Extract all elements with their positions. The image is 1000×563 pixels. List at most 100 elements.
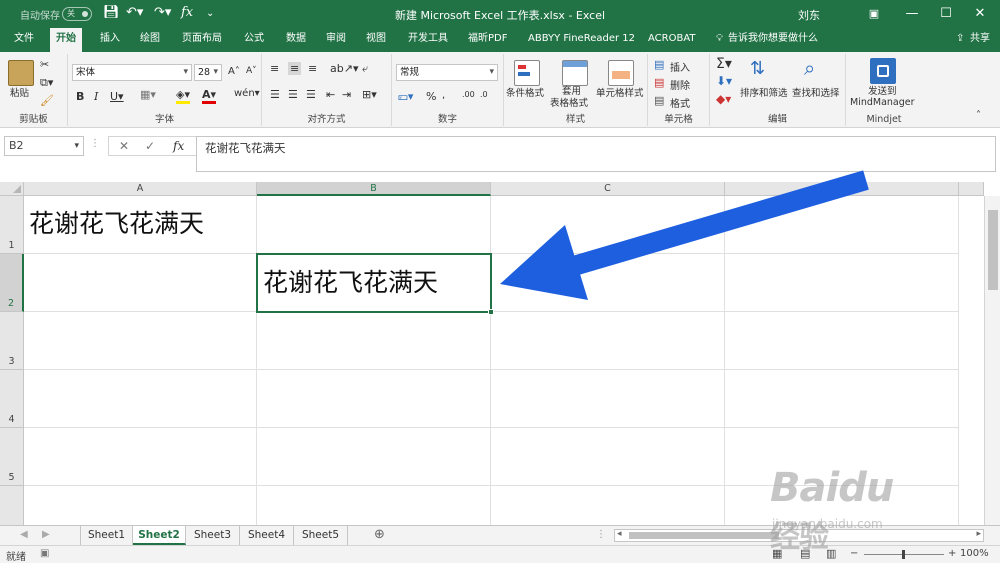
name-box[interactable]: B2 [4, 136, 84, 156]
zoom-in-icon[interactable]: + [948, 548, 956, 559]
row-header-6[interactable] [0, 486, 24, 525]
tab-review[interactable]: 审阅 [320, 28, 352, 52]
format-painter-icon[interactable]: 🖌︎ [40, 94, 54, 107]
redo-icon[interactable]: ↷▾ [154, 5, 171, 20]
ribbon-display-icon[interactable]: ▣ [862, 4, 886, 24]
insert-function-icon[interactable]: fx [181, 5, 193, 20]
orientation-icon[interactable]: ab↗▾ [330, 62, 358, 75]
prev-sheet-icon[interactable]: ◀ [20, 529, 28, 540]
cell-c4[interactable] [491, 370, 725, 428]
cut-icon[interactable]: ✂ [40, 58, 49, 71]
fill-handle[interactable] [488, 309, 494, 315]
sheet-tab-4[interactable]: Sheet4 [240, 526, 294, 545]
scroll-left-icon[interactable]: ◂ [617, 529, 622, 539]
collapse-ribbon-icon[interactable]: ˄ [976, 110, 981, 121]
conditional-format-button[interactable]: 条件格式 [506, 88, 544, 99]
share-button[interactable]: 共享 [964, 28, 996, 52]
cancel-entry-icon[interactable]: ✕ [119, 137, 129, 155]
align-top-icon[interactable]: ≡ [270, 62, 279, 75]
insert-cells-button[interactable]: 插入 [670, 59, 690, 74]
cell-styles-icon[interactable] [608, 60, 634, 86]
horizontal-scroll-thumb[interactable] [629, 532, 779, 539]
sort-filter-button[interactable]: 排序和筛选 [740, 88, 788, 99]
cell-b5[interactable] [257, 428, 491, 486]
cell-b4[interactable] [257, 370, 491, 428]
cell-a3[interactable] [24, 312, 257, 370]
tab-insert[interactable]: 插入 [94, 28, 126, 52]
tab-file[interactable]: 文件 [8, 28, 40, 52]
tab-page-layout[interactable]: 页面布局 [176, 28, 228, 52]
font-name-select[interactable]: 宋体 [72, 64, 192, 81]
row-header-2[interactable]: 2 [0, 254, 24, 312]
decrease-decimal-icon[interactable]: .0 [480, 90, 488, 99]
fill-color-icon[interactable]: ◈▾ [176, 88, 190, 104]
sheet-tab-2[interactable]: Sheet2 [133, 526, 186, 545]
column-header-a[interactable]: A [24, 182, 257, 196]
row-header-4[interactable]: 4 [0, 370, 24, 428]
autosum-icon[interactable]: Σ▾ [716, 56, 732, 72]
formula-input[interactable]: 花谢花飞花满天 [196, 136, 996, 172]
font-color-icon[interactable]: A▾ [202, 88, 217, 104]
delete-cells-button[interactable]: 删除 [670, 77, 690, 92]
vertical-scroll-thumb[interactable] [988, 210, 998, 290]
user-name[interactable]: 刘东 [798, 7, 820, 23]
cell-c1[interactable] [491, 196, 725, 254]
phonetic-icon[interactable]: wén▾ [234, 88, 260, 99]
accounting-format-icon[interactable]: 💴︎▾ [398, 90, 413, 104]
zoom-slider-thumb[interactable] [902, 550, 905, 559]
next-sheet-icon[interactable]: ▶ [42, 529, 50, 540]
sheet-tab-5[interactable]: Sheet5 [294, 526, 348, 545]
cell-a5[interactable] [24, 428, 257, 486]
column-header-d[interactable]: D [725, 182, 959, 196]
add-sheet-icon[interactable]: ⊕ [374, 527, 385, 542]
format-as-table-line2[interactable]: 表格格式 [550, 98, 588, 109]
cell-a2[interactable] [24, 254, 257, 312]
vertical-scrollbar[interactable] [984, 196, 1000, 525]
cell-styles-button[interactable]: 单元格样式 [596, 88, 644, 99]
cell-b1[interactable] [257, 196, 491, 254]
borders-icon[interactable]: ▦▾ [140, 88, 156, 101]
font-size-select[interactable]: 28 [194, 64, 222, 81]
minimize-icon[interactable]: — [900, 4, 924, 24]
format-as-table-line1[interactable]: 套用 [562, 86, 581, 97]
cell-c3[interactable] [491, 312, 725, 370]
tab-foxit-pdf[interactable]: 福昕PDF [462, 28, 513, 52]
insert-cells-icon[interactable]: ▤ [654, 58, 664, 71]
underline-icon[interactable]: U▾ [110, 90, 124, 103]
cell-c2[interactable] [491, 254, 725, 312]
delete-cells-icon[interactable]: ▤ [654, 76, 664, 89]
fill-icon[interactable]: ⬇▾ [716, 74, 732, 88]
close-icon[interactable]: ✕ [968, 4, 992, 24]
align-right-icon[interactable]: ☰ [306, 88, 316, 101]
paste-button[interactable]: 粘贴 [10, 88, 29, 99]
save-icon[interactable]: 💾︎ [103, 5, 120, 20]
copy-icon[interactable]: ⧉▾ [40, 76, 53, 90]
decrease-indent-icon[interactable]: ⇤ [326, 88, 335, 101]
clear-icon[interactable]: ◆▾ [716, 92, 731, 106]
row-header-5[interactable]: 5 [0, 428, 24, 486]
wrap-text-icon[interactable]: ⤶ [362, 62, 368, 76]
macro-record-icon[interactable]: ▣ [40, 548, 49, 559]
tab-abbyy[interactable]: ABBYY FineReader 12 [522, 28, 641, 52]
cell-a1[interactable]: 花谢花飞花满天 [24, 196, 257, 254]
cell-d3[interactable] [725, 312, 959, 370]
merge-center-icon[interactable]: ⊞▾ [362, 88, 377, 101]
cell-d1[interactable] [725, 196, 959, 254]
tab-draw[interactable]: 绘图 [134, 28, 166, 52]
autosave-toggle[interactable]: 关 [62, 7, 92, 21]
mindmanager-line2[interactable]: MindManager [850, 97, 915, 108]
sort-filter-icon[interactable]: ⇅ [750, 58, 765, 79]
italic-icon[interactable]: I [94, 90, 98, 103]
scroll-right-icon[interactable]: ▸ [976, 529, 981, 539]
zoom-level[interactable]: 100% [960, 548, 989, 559]
format-cells-icon[interactable]: ▤ [654, 94, 664, 107]
cell-b6[interactable] [257, 486, 491, 525]
format-cells-button[interactable]: 格式 [670, 95, 690, 110]
tell-me-box[interactable]: 告诉我你想要做什么 [722, 28, 824, 52]
formula-bar-grip-icon[interactable]: ⋮ [90, 138, 100, 149]
mindmanager-icon[interactable] [870, 58, 896, 84]
percent-icon[interactable]: % [426, 90, 436, 103]
decrease-font-icon[interactable]: A˅ [246, 66, 257, 76]
column-header-c[interactable]: C [491, 182, 725, 196]
format-as-table-icon[interactable] [562, 60, 588, 86]
